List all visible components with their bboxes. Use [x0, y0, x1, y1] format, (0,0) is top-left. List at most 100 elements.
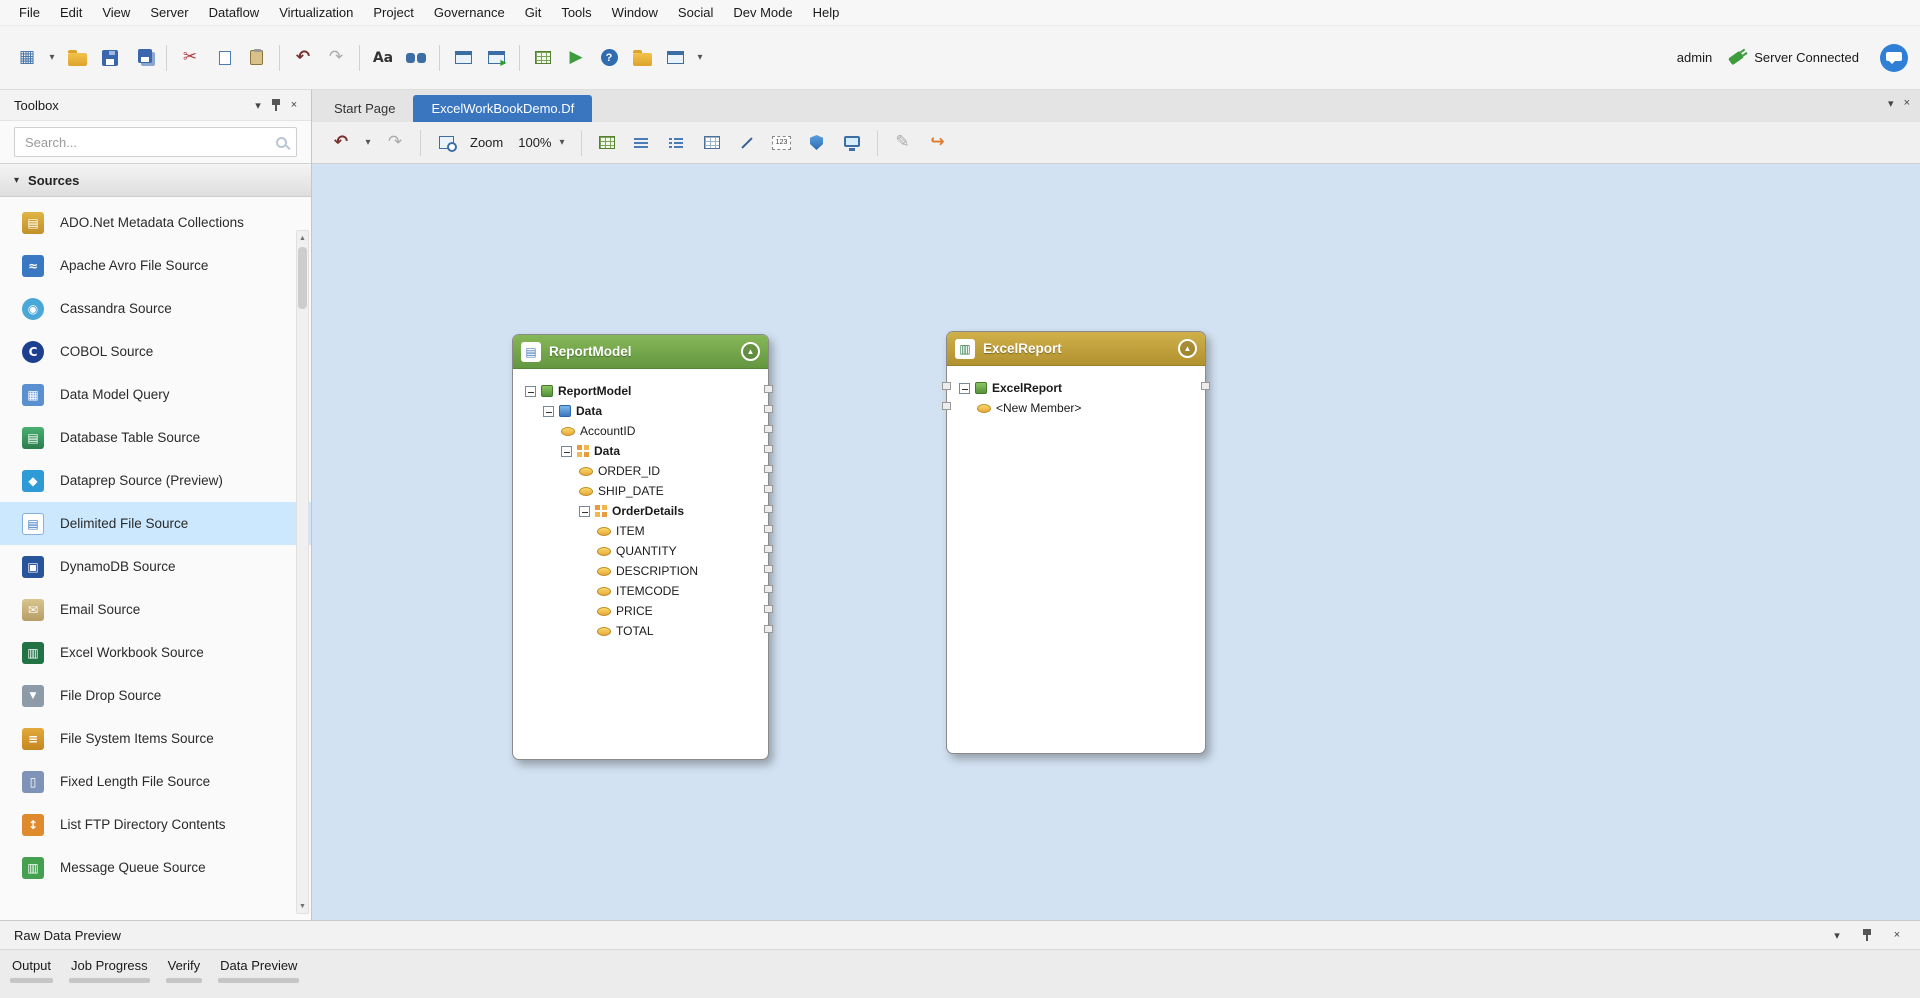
job-monitor-button[interactable] [528, 43, 558, 73]
toolbox-item-database-table[interactable]: Database Table Source [0, 416, 311, 459]
toolbox-dropdown-button[interactable]: ▾ [249, 96, 267, 114]
node-excelreport[interactable]: ExcelReport ▲ ExcelReport <New Member> [946, 331, 1206, 754]
toolbox-scrollbar[interactable]: ▲ ▼ [296, 230, 309, 914]
output-port[interactable] [764, 445, 773, 453]
output-port[interactable] [764, 565, 773, 573]
menu-edit[interactable]: Edit [51, 2, 91, 23]
run-dataflow-button[interactable]: ▶ [561, 43, 591, 73]
menu-server[interactable]: Server [141, 2, 197, 23]
reroute-links-button[interactable]: ↪ [923, 128, 953, 158]
sources-section-header[interactable]: ▾ Sources [0, 163, 311, 197]
node-reportmodel[interactable]: ReportModel ▲ ReportModel Data AccountID… [512, 334, 769, 760]
panel-close-button[interactable]: × [1888, 926, 1906, 944]
scrollbar-thumb[interactable] [298, 247, 307, 309]
output-port[interactable] [764, 405, 773, 413]
collapse-minus-icon[interactable] [579, 506, 590, 517]
output-port[interactable] [764, 425, 773, 433]
output-port[interactable] [764, 545, 773, 553]
toolbox-item-list-ftp[interactable]: List FTP Directory Contents [0, 803, 311, 846]
toolbox-search-input[interactable] [14, 127, 297, 157]
toolbox-item-delimited-file[interactable]: Delimited File Source [0, 502, 311, 545]
toolbox-item-fixed-length[interactable]: Fixed Length File Source [0, 760, 311, 803]
new-dropdown-button[interactable]: ▾ [45, 43, 59, 73]
cut-button[interactable]: ✂ [175, 43, 205, 73]
toolbox-item-file-drop[interactable]: File Drop Source [0, 674, 311, 717]
toolbox-item-message-queue[interactable]: Message Queue Source [0, 846, 311, 889]
output-port[interactable] [764, 585, 773, 593]
verify-dataflow-button[interactable] [802, 128, 832, 158]
output-port[interactable] [764, 385, 773, 393]
menu-git[interactable]: Git [516, 2, 551, 23]
output-port[interactable] [764, 465, 773, 473]
toolbox-item-file-system-items[interactable]: File System Items Source [0, 717, 311, 760]
save-all-button[interactable] [128, 43, 158, 73]
scroll-down-icon[interactable]: ▼ [299, 899, 306, 913]
font-button[interactable]: Aa [368, 43, 398, 73]
menu-project[interactable]: Project [364, 2, 422, 23]
toolbox-item-ado-net-metadata[interactable]: ADO.Net Metadata Collections [0, 201, 311, 244]
collapse-minus-icon[interactable] [959, 383, 970, 394]
run-window-button[interactable] [481, 43, 511, 73]
chat-icon[interactable] [1880, 44, 1908, 72]
menu-virtualization[interactable]: Virtualization [270, 2, 362, 23]
tree-field-ship-date[interactable]: SHIP_DATE [513, 481, 768, 501]
collapse-minus-icon[interactable] [525, 386, 536, 397]
menu-social[interactable]: Social [669, 2, 722, 23]
node-reportmodel-header[interactable]: ReportModel ▲ [513, 335, 768, 369]
tree-field-total[interactable]: TOTAL [513, 621, 768, 641]
toolbox-item-data-model-query[interactable]: Data Model Query [0, 373, 311, 416]
copy-button[interactable] [208, 43, 238, 73]
collapse-minus-icon[interactable] [561, 446, 572, 457]
insert-table-button[interactable] [697, 128, 727, 158]
menu-file[interactable]: File [10, 2, 49, 23]
toolbox-item-dynamodb[interactable]: DynamoDB Source [0, 545, 311, 588]
tree-field-item[interactable]: ITEM [513, 521, 768, 541]
menu-dev-mode[interactable]: Dev Mode [724, 2, 801, 23]
collapse-minus-icon[interactable] [543, 406, 554, 417]
menu-governance[interactable]: Governance [425, 2, 514, 23]
tree-field-accountid[interactable]: AccountID [513, 421, 768, 441]
zoom-select[interactable]: 100% ▾ [512, 132, 570, 153]
new-dataflow-button[interactable]: ▦ [12, 43, 42, 73]
tree-node-reportmodel[interactable]: ReportModel [513, 381, 768, 401]
tab-start-page[interactable]: Start Page [316, 95, 413, 122]
node-excelreport-header[interactable]: ExcelReport ▲ [947, 332, 1205, 366]
output-port[interactable] [764, 605, 773, 613]
toolbox-close-button[interactable]: × [285, 96, 303, 114]
output-port[interactable] [764, 525, 773, 533]
redo-button[interactable]: ↷ [321, 43, 351, 73]
tree-field-order-id[interactable]: ORDER_ID [513, 461, 768, 481]
show-grid-button[interactable] [592, 128, 622, 158]
toolbox-item-cassandra[interactable]: Cassandra Source [0, 287, 311, 330]
new-window-button[interactable] [448, 43, 478, 73]
bottom-tab-data-preview[interactable]: Data Preview [218, 958, 299, 983]
toolbox-item-excel-workbook[interactable]: Excel Workbook Source [0, 631, 311, 674]
toolbox-item-apache-avro[interactable]: Apache Avro File Source [0, 244, 311, 287]
dataflow-canvas[interactable]: ReportModel ▲ ReportModel Data AccountID… [312, 164, 1920, 920]
preview-window-button[interactable] [660, 43, 690, 73]
tree-field-price[interactable]: PRICE [513, 601, 768, 621]
toolbox-item-cobol[interactable]: COBOL Source [0, 330, 311, 373]
zoom-to-fit-button[interactable] [431, 128, 461, 158]
input-port[interactable] [942, 382, 951, 390]
tree-collection-orderdetails[interactable]: OrderDetails [513, 501, 768, 521]
bottom-tab-verify[interactable]: Verify [166, 958, 203, 983]
output-port[interactable] [764, 625, 773, 633]
tree-collection-data[interactable]: Data [513, 441, 768, 461]
tree-field-quantity[interactable]: QUANTITY [513, 541, 768, 561]
open-project-button[interactable] [627, 43, 657, 73]
canvas-undo-button[interactable]: ↶ [326, 128, 356, 158]
menu-help[interactable]: Help [804, 2, 849, 23]
panel-pin-button[interactable] [1858, 926, 1876, 944]
undo-button[interactable]: ↶ [288, 43, 318, 73]
node-collapse-button[interactable]: ▲ [741, 342, 760, 361]
output-port[interactable] [764, 505, 773, 513]
output-port[interactable] [764, 485, 773, 493]
tree-field-itemcode[interactable]: ITEMCODE [513, 581, 768, 601]
toolbox-item-email[interactable]: Email Source [0, 588, 311, 631]
horizontal-layout-button[interactable] [627, 128, 657, 158]
tree-node-data[interactable]: Data [513, 401, 768, 421]
paste-button[interactable] [241, 43, 271, 73]
tab-excelworkbookdemo[interactable]: ExcelWorkBookDemo.Df [413, 95, 592, 122]
toolbox-pin-button[interactable] [267, 96, 285, 114]
